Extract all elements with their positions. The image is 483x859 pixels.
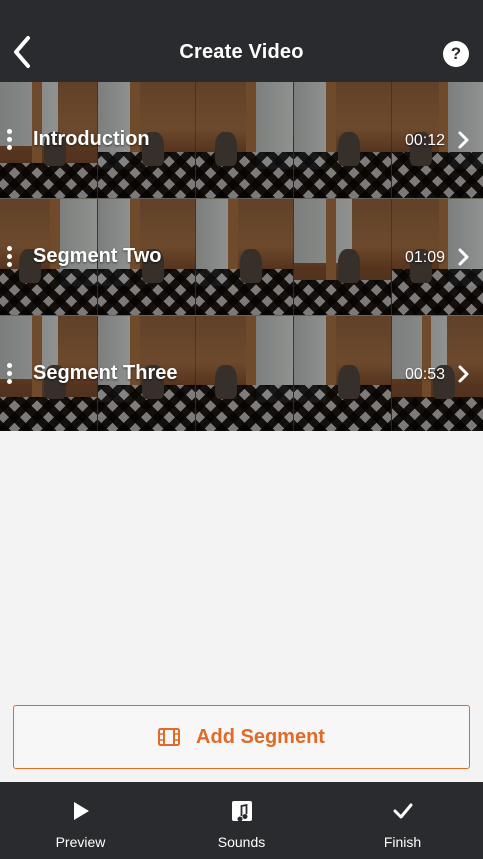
checkmark-icon [393, 803, 412, 819]
segment-row[interactable]: Introduction 00:12 [0, 82, 483, 199]
segment-name: Introduction [33, 128, 150, 150]
tab-label: Preview [55, 834, 106, 850]
play-icon [73, 802, 89, 820]
segment-duration: 00:12 [404, 132, 445, 149]
page-title: Create Video [179, 41, 304, 63]
bottom-tab-bar: Preview Sounds Finish [0, 782, 483, 859]
segment-duration: 00:53 [404, 366, 445, 383]
music-note-icon [231, 801, 252, 822]
drag-handle-icon[interactable] [5, 129, 13, 153]
film-strip-icon [158, 728, 181, 746]
segment-row[interactable]: Segment Two 01:09 [0, 199, 483, 316]
tab-label: Finish [383, 834, 422, 850]
app-header: Create Video ? [0, 0, 483, 82]
drag-handle-icon[interactable] [5, 246, 13, 270]
help-icon[interactable]: ? [443, 41, 469, 67]
segment-name: Segment Two [33, 245, 162, 267]
tab-label: Sounds [217, 834, 266, 850]
add-segment-button[interactable]: Add Segment [13, 705, 470, 769]
segment-name: Segment Three [33, 362, 178, 384]
drag-handle-icon[interactable] [5, 363, 13, 387]
chevron-right-icon[interactable] [457, 364, 471, 384]
segment-duration: 01:09 [404, 249, 445, 266]
segment-list: Introduction 00:12 Segment Two 01:09 Seg… [0, 82, 483, 431]
tab-preview[interactable]: Preview [0, 782, 161, 859]
add-segment-label: Add Segment [196, 725, 325, 748]
segment-row[interactable]: Segment Three 00:53 [0, 316, 483, 431]
chevron-right-icon[interactable] [457, 247, 471, 267]
chevron-right-icon[interactable] [457, 130, 471, 150]
tab-finish[interactable]: Finish [322, 782, 483, 859]
tab-sounds[interactable]: Sounds [161, 782, 322, 859]
